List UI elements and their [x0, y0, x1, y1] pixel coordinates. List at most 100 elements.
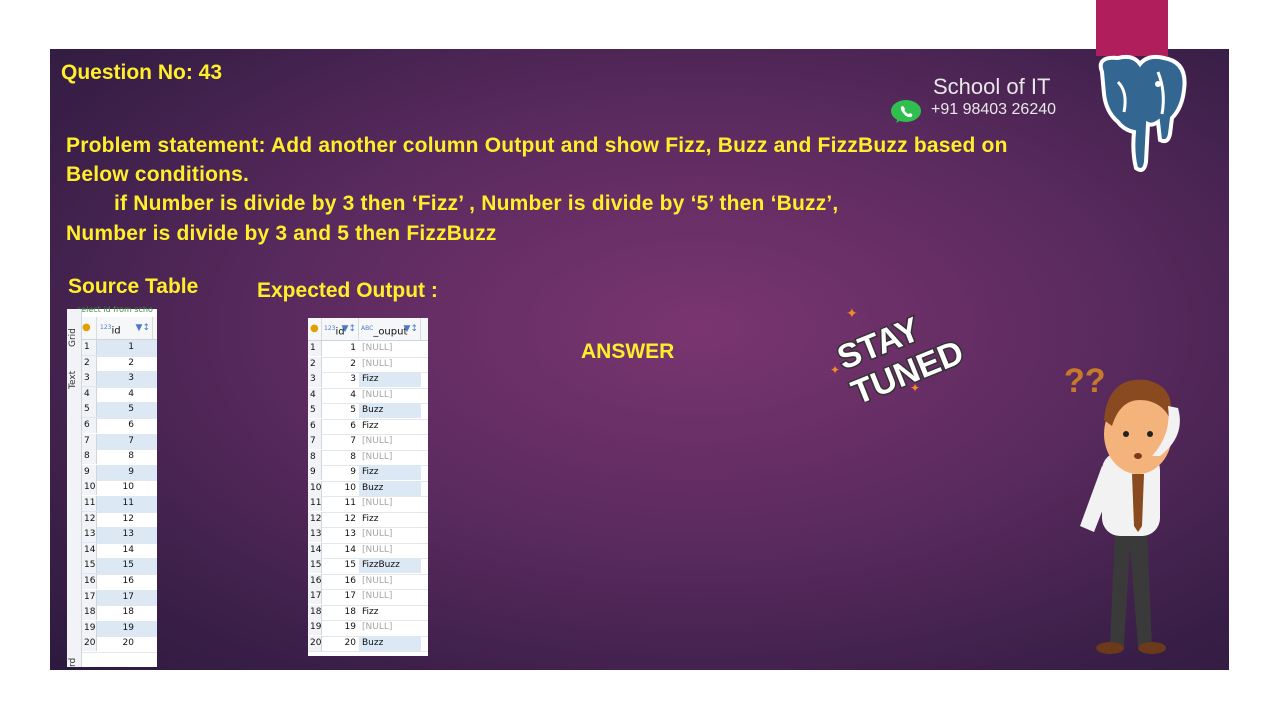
output-cell[interactable]: [NULL] [359, 620, 421, 635]
table-row[interactable]: 17 17 [NULL] [308, 589, 428, 606]
table-row[interactable]: 15 15 [82, 558, 157, 575]
id-cell[interactable]: 10 [322, 481, 359, 496]
column-header-id[interactable]: 123id ▼↕ [322, 318, 359, 340]
table-row[interactable]: 19 19 [NULL] [308, 620, 428, 637]
output-cell[interactable]: FizzBuzz [359, 558, 421, 573]
output-cell[interactable]: [NULL] [359, 589, 421, 604]
table-row[interactable]: 20 20 Buzz [308, 635, 428, 652]
table-row[interactable]: 13 13 [NULL] [308, 527, 428, 544]
table-row[interactable]: 22 [82, 355, 157, 373]
column-header-id[interactable]: 123id ▼↕ [97, 317, 153, 339]
table-row[interactable]: 16 16 [82, 574, 157, 591]
table-row[interactable]: 10 10 Buzz [308, 480, 428, 497]
table-row[interactable]: 11 11 [NULL] [308, 496, 428, 513]
id-cell[interactable]: 6 [322, 419, 359, 434]
output-cell[interactable]: Buzz [359, 480, 421, 496]
table-row[interactable]: 19 19 [82, 620, 157, 638]
table-row[interactable]: 99 [82, 464, 157, 482]
output-cell[interactable]: [NULL] [359, 341, 421, 356]
id-cell[interactable]: 7 [322, 434, 359, 449]
table-row[interactable]: 16 16 [NULL] [308, 573, 428, 590]
id-cell[interactable]: 2 [322, 357, 359, 372]
table-row[interactable]: 10 10 [82, 480, 157, 497]
output-cell[interactable]: Fizz [359, 605, 421, 620]
id-cell[interactable]: 2 [97, 356, 137, 371]
id-cell[interactable]: 18 [322, 605, 359, 620]
id-cell[interactable]: 17 [97, 590, 137, 605]
tab-text[interactable]: Text [68, 371, 78, 389]
id-cell[interactable]: 12 [97, 512, 137, 527]
id-cell[interactable]: 20 [322, 636, 359, 651]
table-row[interactable]: 14 14 [82, 542, 157, 560]
table-row[interactable]: 18 18 [82, 605, 157, 622]
id-cell[interactable]: 19 [322, 620, 359, 635]
id-cell[interactable]: 18 [97, 605, 137, 620]
id-cell[interactable]: 4 [97, 387, 137, 402]
table-row[interactable]: 11 11 [82, 496, 157, 513]
id-cell[interactable]: 8 [97, 449, 137, 464]
output-cell[interactable]: [NULL] [359, 496, 421, 511]
id-cell[interactable]: 15 [322, 558, 359, 573]
table-row[interactable]: 88 [82, 449, 157, 466]
id-cell[interactable]: 15 [97, 558, 137, 573]
table-row[interactable]: 4 4 [NULL] [308, 387, 428, 404]
table-row[interactable]: 9 9 Fizz [308, 465, 428, 482]
id-cell[interactable]: 14 [322, 543, 359, 558]
id-cell[interactable]: 9 [322, 465, 359, 480]
table-row[interactable]: 5 5 Buzz [308, 403, 428, 420]
table-row[interactable]: 6 6 Fizz [308, 418, 428, 435]
output-cell[interactable]: [NULL] [359, 527, 421, 542]
table-row[interactable]: 12 12 [82, 511, 157, 529]
table-row[interactable]: 33 [82, 371, 157, 388]
table-row[interactable]: 44 [82, 386, 157, 404]
table-row[interactable]: 12 12 Fizz [308, 511, 428, 528]
output-cell[interactable]: [NULL] [359, 543, 421, 558]
output-cell[interactable]: Buzz [359, 635, 421, 651]
output-cell[interactable]: [NULL] [359, 450, 421, 465]
table-row[interactable]: 3 3 Fizz [308, 372, 428, 389]
table-row[interactable]: 77 [82, 433, 157, 451]
table-row[interactable]: 13 13 [82, 527, 157, 544]
id-cell[interactable]: 19 [97, 621, 137, 636]
output-cell[interactable]: Fizz [359, 419, 421, 434]
tab-record[interactable]: rd [68, 658, 78, 667]
table-row[interactable]: 1 1 [NULL] [308, 341, 428, 358]
id-cell[interactable]: 16 [97, 574, 137, 589]
id-cell[interactable]: 8 [322, 450, 359, 465]
id-cell[interactable]: 13 [322, 527, 359, 542]
tab-grid[interactable]: Grid [68, 328, 78, 347]
output-cell[interactable]: [NULL] [359, 357, 421, 372]
id-cell[interactable]: 1 [322, 341, 359, 356]
output-cell[interactable]: [NULL] [359, 434, 421, 449]
output-cell[interactable]: Fizz [359, 465, 421, 480]
id-cell[interactable]: 7 [97, 434, 137, 449]
id-cell[interactable]: 9 [97, 465, 137, 480]
id-cell[interactable]: 5 [322, 403, 359, 418]
id-cell[interactable]: 13 [97, 527, 137, 542]
id-cell[interactable]: 11 [97, 496, 137, 511]
id-cell[interactable]: 6 [97, 418, 137, 433]
id-cell[interactable]: 11 [322, 496, 359, 511]
output-cell[interactable]: [NULL] [359, 574, 421, 589]
id-cell[interactable]: 1 [97, 340, 137, 355]
table-row[interactable]: 15 15 FizzBuzz [308, 558, 428, 575]
column-header-output[interactable]: ABC_ouput ▼↕ [359, 318, 421, 340]
id-cell[interactable]: 14 [97, 543, 137, 558]
filter-icon[interactable]: ▼↕ [136, 317, 150, 339]
output-cell[interactable]: Fizz [359, 512, 421, 527]
id-cell[interactable]: 3 [97, 371, 137, 386]
table-row[interactable]: 55 [82, 402, 157, 419]
id-cell[interactable]: 5 [97, 402, 137, 417]
id-cell[interactable]: 10 [97, 480, 137, 495]
id-cell[interactable]: 4 [322, 388, 359, 403]
table-row[interactable]: 11 [82, 340, 157, 357]
table-row[interactable]: 20 20 [82, 636, 157, 653]
table-row[interactable]: 8 8 [NULL] [308, 449, 428, 466]
id-cell[interactable]: 17 [322, 589, 359, 604]
output-cell[interactable]: Fizz [359, 372, 421, 387]
table-row[interactable]: 2 2 [NULL] [308, 356, 428, 373]
id-cell[interactable]: 12 [322, 512, 359, 527]
id-cell[interactable]: 16 [322, 574, 359, 589]
id-cell[interactable]: 3 [322, 372, 359, 387]
table-row[interactable]: 17 17 [82, 589, 157, 607]
